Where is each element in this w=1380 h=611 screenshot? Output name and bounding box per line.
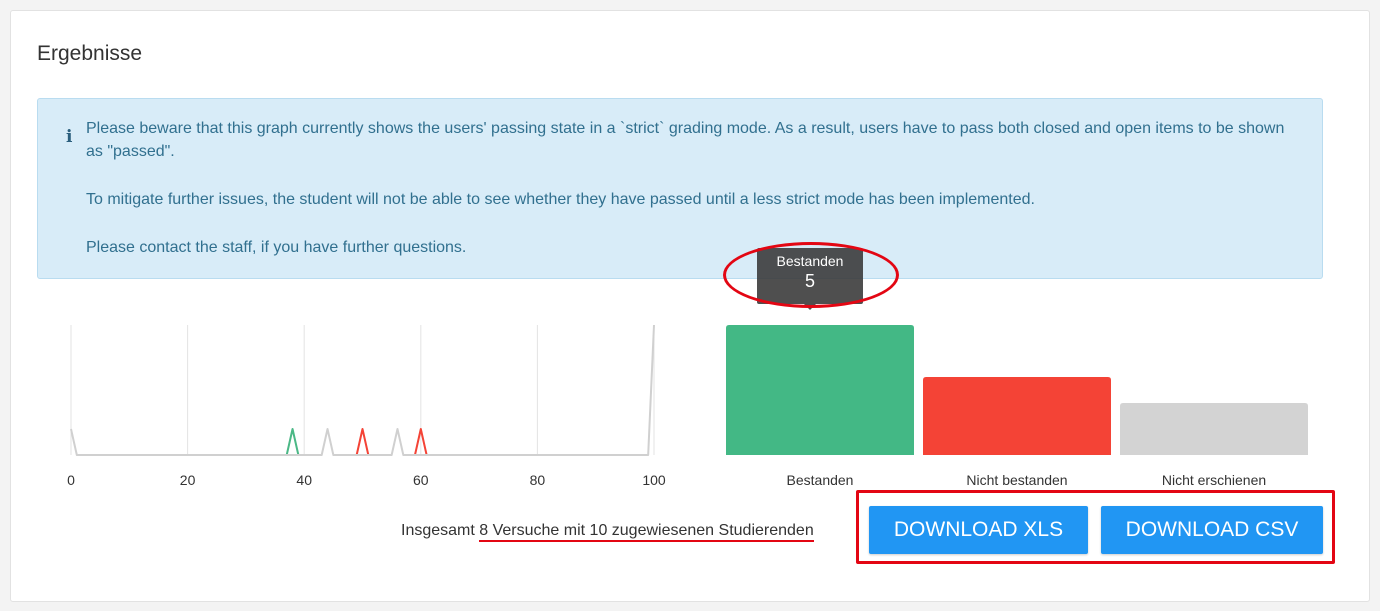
pass-status-bar-chart: Bestanden Nicht bestanden Nicht erschienen bbox=[726, 325, 1308, 488]
attempts-summary: Insgesamt 8 Versuche mit 10 zugewiesenen… bbox=[401, 522, 814, 542]
download-csv-button[interactable]: Download CSV bbox=[1101, 506, 1323, 554]
bar-bestanden bbox=[726, 325, 914, 455]
tooltip-value: 5 bbox=[804, 271, 815, 291]
download-xls-button[interactable]: Download XLS bbox=[869, 506, 1088, 554]
bar-category-label: Bestanden bbox=[787, 472, 854, 488]
bar-category-label: Nicht bestanden bbox=[966, 472, 1067, 488]
tooltip-label: Bestanden bbox=[776, 253, 844, 269]
chart-tooltip: Bestanden 5 bbox=[757, 248, 863, 310]
bar-nicht-bestanden bbox=[923, 377, 1111, 455]
summary-highlight: 8 Versuche mit 10 zugewiesenen Studieren… bbox=[479, 522, 814, 542]
bar-category-label: Nicht erschienen bbox=[1162, 472, 1266, 488]
bar-nicht-erschienen bbox=[1120, 403, 1308, 455]
summary-prefix: Insgesamt bbox=[401, 522, 480, 539]
